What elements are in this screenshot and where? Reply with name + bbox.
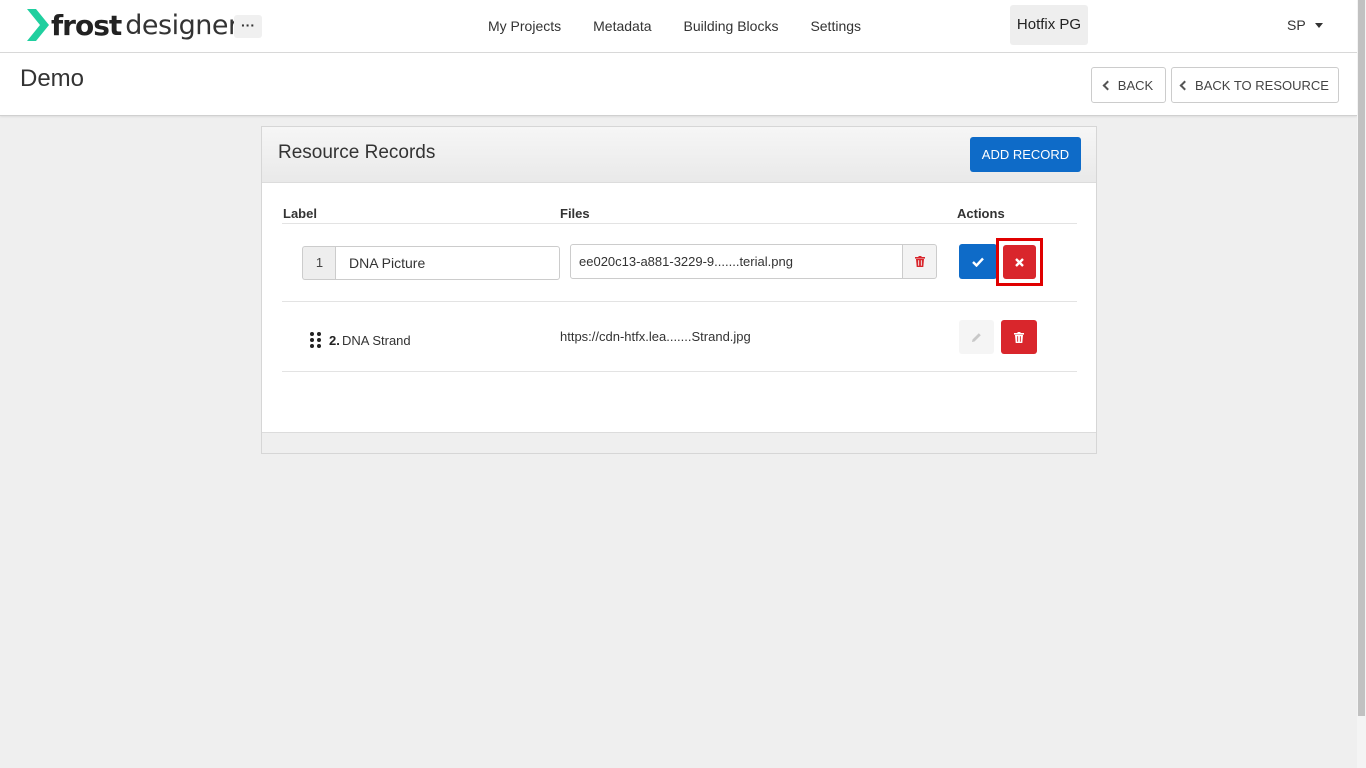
column-header-files: Files (560, 206, 590, 221)
pencil-icon (972, 332, 981, 342)
add-record-button[interactable]: ADD RECORD (970, 137, 1081, 172)
user-initials: SP (1287, 17, 1306, 33)
caret-down-icon (1314, 22, 1323, 28)
row-number: 2. (329, 333, 340, 348)
current-project-button[interactable]: Hotfix PG (1010, 5, 1088, 45)
row-number: 1 (302, 246, 336, 280)
chevron-left-icon (1102, 80, 1113, 91)
header-divider (282, 223, 1077, 224)
close-icon (1015, 257, 1024, 267)
back-button-label: BACK (1117, 77, 1154, 93)
drag-handle-icon[interactable] (310, 332, 322, 352)
cancel-edit-button[interactable] (1003, 245, 1036, 279)
user-menu[interactable]: SP (1287, 17, 1323, 33)
column-header-actions: Actions (957, 206, 1005, 221)
page-title: Demo (20, 65, 85, 92)
nav-building-blocks[interactable]: Building Blocks (684, 18, 779, 34)
more-menu-button[interactable]: ··· (234, 15, 262, 38)
trash-icon (1014, 331, 1024, 343)
page-scrollbar[interactable] (1357, 0, 1366, 768)
save-record-button[interactable] (959, 244, 997, 279)
back-to-resource-button[interactable]: BACK TO RESOURCE (1171, 67, 1339, 103)
back-to-resource-label: BACK TO RESOURCE (1195, 77, 1329, 93)
remove-file-button[interactable] (902, 244, 937, 279)
panel-title: Resource Records (278, 142, 436, 163)
resource-records-panel: Resource Records ADD RECORD Label Files … (261, 126, 1097, 454)
file-field[interactable]: ee020c13-a881-3229-9.......terial.png (570, 244, 903, 279)
app-logo[interactable]: frost designer (27, 8, 239, 42)
scrollbar-thumb[interactable] (1358, 0, 1365, 716)
label-input[interactable]: DNA Picture (335, 246, 560, 280)
row-divider (282, 371, 1077, 372)
record-file-link[interactable]: https://cdn-htfx.lea.......Strand.jpg (560, 329, 751, 344)
page-header: Demo BACK BACK TO RESOURCE (0, 53, 1357, 116)
delete-record-button[interactable] (1001, 320, 1037, 354)
edit-record-button[interactable] (959, 320, 994, 354)
back-button[interactable]: BACK (1091, 67, 1166, 103)
chevron-left-icon (1179, 80, 1190, 91)
logo-text-bold: frost (51, 8, 122, 42)
logo-chevron-icon (27, 9, 49, 41)
column-header-label: Label (283, 206, 317, 221)
nav-my-projects[interactable]: My Projects (488, 18, 561, 34)
record-label: DNA Strand (342, 333, 411, 348)
main-nav: My Projects Metadata Building Blocks Set… (488, 0, 893, 52)
trash-icon (914, 256, 925, 267)
cancel-edit-highlight (996, 238, 1043, 286)
row-divider (282, 301, 1077, 302)
check-icon (972, 257, 984, 267)
logo-text-light: designer (125, 9, 239, 41)
nav-settings[interactable]: Settings (810, 18, 861, 34)
panel-header: Resource Records ADD RECORD (262, 127, 1096, 183)
panel-footer (262, 432, 1096, 453)
top-navbar: frost designer ··· My Projects Metadata … (0, 0, 1357, 53)
nav-metadata[interactable]: Metadata (593, 18, 651, 34)
